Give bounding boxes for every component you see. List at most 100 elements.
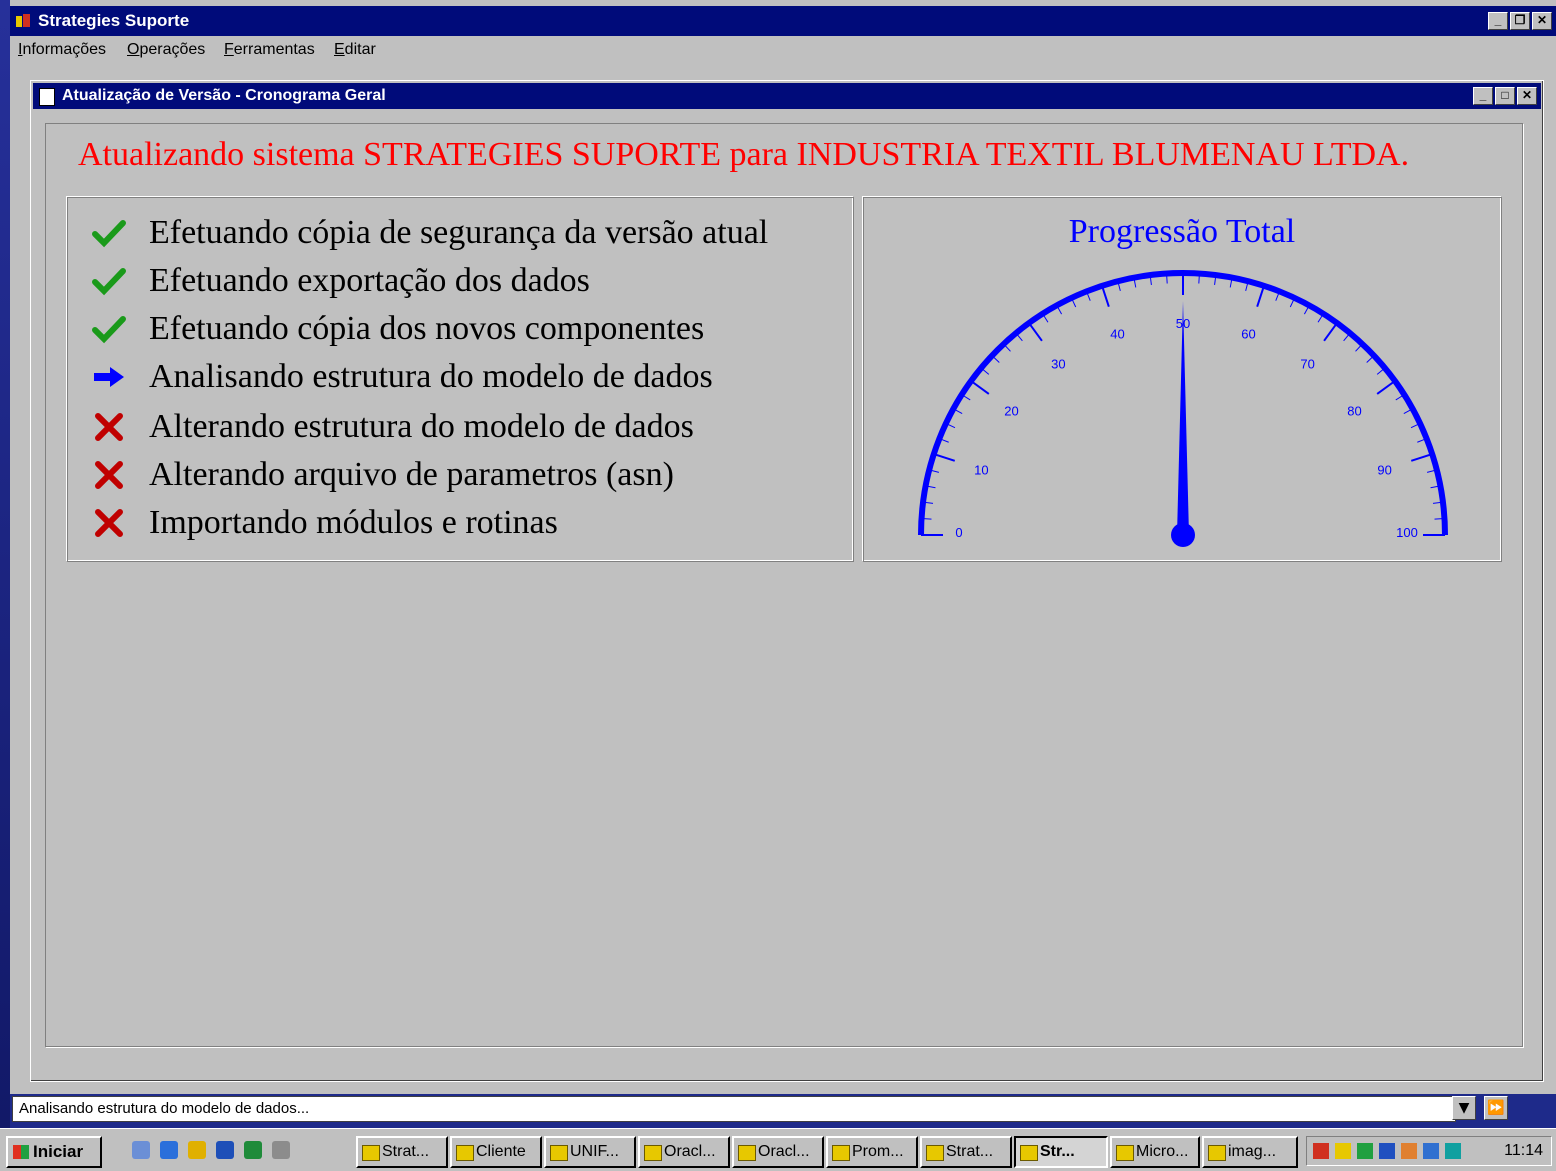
check-icon [91, 311, 127, 347]
step-item: Alterando arquivo de parametros (asn) [91, 455, 674, 495]
step-label: Efetuando cópia dos novos componentes [149, 310, 705, 347]
taskbar-button[interactable]: Cliente [450, 1136, 542, 1168]
child-title-bar[interactable]: Atualização de Versão - Cronograma Geral… [33, 83, 1541, 109]
taskbar-button[interactable]: Str... [1014, 1136, 1108, 1168]
x-icon [91, 409, 127, 445]
gauge-tick [933, 453, 956, 462]
gauge-tick [921, 518, 932, 520]
child-minimize-button[interactable]: _ [1473, 87, 1493, 105]
step-label: Analisando estrutura do modelo de dados [149, 358, 713, 395]
tray-icon[interactable] [1357, 1143, 1373, 1159]
gauge-panel: Progressão Total 0102030405060708090100 [862, 196, 1502, 562]
start-button[interactable]: Iniciar [6, 1136, 102, 1168]
gauge-tick [1256, 285, 1265, 308]
quicklaunch-ie-icon[interactable] [160, 1141, 178, 1159]
task-icon [1116, 1145, 1134, 1161]
quicklaunch-excel-icon[interactable] [244, 1141, 262, 1159]
taskbar-button[interactable]: Oracl... [732, 1136, 824, 1168]
tray-icon[interactable] [1335, 1143, 1351, 1159]
quicklaunch-word-icon[interactable] [216, 1141, 234, 1159]
dropdown-arrow-icon[interactable]: ▼ [1452, 1096, 1476, 1120]
gauge-label: 10 [974, 462, 988, 477]
child-title: Atualização de Versão - Cronograma Geral [62, 87, 386, 104]
step-item: Importando módulos e rotinas [91, 503, 558, 543]
taskbar-button-label: imag... [1228, 1143, 1277, 1160]
main-window: Strategies Suporte _ ❐ ✕ Informações Ope… [10, 0, 1556, 1094]
headline: Atualizando sistema STRATEGIES SUPORTE p… [78, 136, 1410, 173]
gauge-label: 30 [1051, 356, 1065, 371]
child-close-button[interactable]: ✕ [1517, 87, 1537, 105]
clock[interactable]: 11:14 [1504, 1137, 1543, 1165]
menu-ferramentas[interactable]: Ferramentas [224, 41, 315, 59]
quicklaunch-tool-icon[interactable] [272, 1141, 290, 1159]
taskbar-button[interactable]: Prom... [826, 1136, 918, 1168]
step-item: Efetuando cópia dos novos componentes [91, 309, 704, 349]
step-label: Alterando estrutura do modelo de dados [149, 408, 694, 445]
gauge-tick [1166, 273, 1168, 284]
taskbar-button[interactable]: Strat... [920, 1136, 1012, 1168]
gauge-label: 90 [1377, 462, 1391, 477]
quicklaunch-desktop-icon[interactable] [188, 1141, 206, 1159]
taskbar: Iniciar Strat... Cliente UNIF... Oracl... Or… [0, 1128, 1556, 1171]
desktop-background [0, 0, 10, 1170]
gauge-tick [1003, 343, 1011, 352]
main-title-bar[interactable]: Strategies Suporte _ ❐ ✕ [10, 6, 1556, 36]
x-icon [91, 505, 127, 541]
taskbar-button[interactable]: Micro... [1110, 1136, 1200, 1168]
taskbar-button[interactable]: Strat... [356, 1136, 448, 1168]
start-label: Iniciar [33, 1142, 84, 1161]
task-icon [1020, 1145, 1038, 1161]
taskbar-button-label: Micro... [1136, 1143, 1189, 1160]
taskbar-button[interactable]: Oracl... [638, 1136, 730, 1168]
status-bar: Analisando estrutura do modelo de dados.… [12, 1096, 1456, 1122]
menu-informacoes[interactable]: Informações [18, 41, 106, 59]
gauge-label: 80 [1347, 403, 1361, 418]
tray-icon[interactable] [1313, 1143, 1329, 1159]
task-icon [362, 1145, 380, 1161]
restore-button[interactable]: ❐ [1510, 12, 1530, 30]
taskbar-button[interactable]: imag... [1202, 1136, 1298, 1168]
speaker-icon[interactable] [1379, 1143, 1395, 1159]
menu-editar[interactable]: Editar [334, 41, 376, 59]
step-item: Efetuando exportação dos dados [91, 261, 590, 301]
gauge-label: 40 [1110, 326, 1124, 341]
check-icon [91, 215, 127, 251]
gauge-label: 60 [1241, 326, 1255, 341]
gauge-tick [1434, 518, 1445, 520]
step-item: Efetuando cópia de segurança da versão a… [91, 213, 768, 253]
menu-operacoes[interactable]: Operações [127, 41, 205, 59]
step-label: Importando módulos e rotinas [149, 504, 558, 541]
gauge-label: 20 [1004, 403, 1018, 418]
tray-icon[interactable] [1401, 1143, 1417, 1159]
tray-icon[interactable] [1445, 1143, 1461, 1159]
taskbar-button-label: Oracl... [758, 1143, 810, 1160]
taskbar-button-label: Strat... [382, 1143, 430, 1160]
gauge-tick [1101, 285, 1110, 308]
close-button[interactable]: ✕ [1532, 12, 1552, 30]
step-item: Alterando estrutura do modelo de dados [91, 407, 694, 447]
gauge-tick [1355, 343, 1363, 352]
fast-forward-icon[interactable]: ⏩ [1484, 1096, 1508, 1120]
task-icon [832, 1145, 850, 1161]
gauge-label: 0 [955, 525, 962, 540]
status-text: Analisando estrutura do modelo de dados.… [19, 1100, 310, 1117]
gauge-tick [1323, 322, 1338, 342]
taskbar-button-label: Oracl... [664, 1143, 716, 1160]
gauge-tick [1366, 355, 1375, 363]
quicklaunch-outlook-icon[interactable] [132, 1141, 150, 1159]
x-icon [91, 457, 127, 493]
taskbar-button[interactable]: UNIF... [544, 1136, 636, 1168]
task-icon [550, 1145, 568, 1161]
taskbar-button-label: UNIF... [570, 1143, 619, 1160]
gauge-label: 100 [1396, 525, 1418, 540]
gauge-tick [970, 380, 990, 395]
child-maximize-button[interactable]: □ [1495, 87, 1515, 105]
gauge-hub [1171, 523, 1195, 547]
taskbar-button-label: Str... [1040, 1143, 1075, 1160]
document-icon [39, 88, 55, 106]
task-icon [926, 1145, 944, 1161]
tray-icon[interactable] [1423, 1143, 1439, 1159]
app-icon [16, 14, 30, 27]
progress-gauge: 0102030405060708090100 [918, 270, 1448, 547]
minimize-button[interactable]: _ [1488, 12, 1508, 30]
